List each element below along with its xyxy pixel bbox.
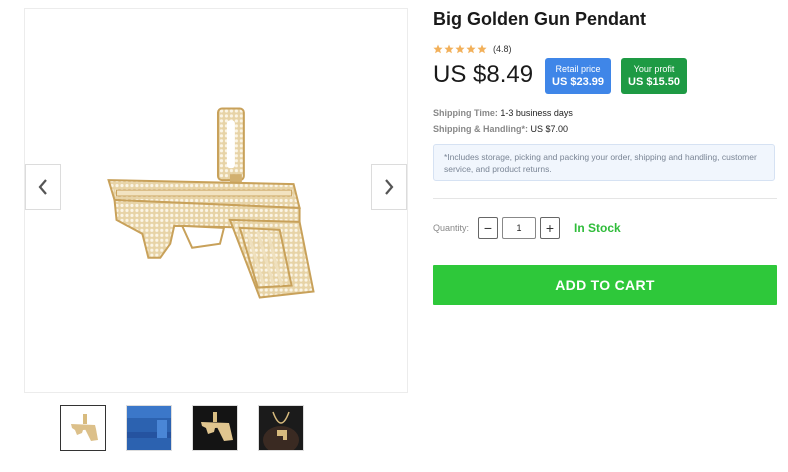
star-icon (455, 44, 465, 54)
retail-price-label: Retail price (555, 64, 601, 74)
star-icon (444, 44, 454, 54)
quantity-input[interactable] (502, 217, 536, 239)
quantity-row: Quantity: − + In Stock (433, 217, 621, 239)
star-icon (477, 44, 487, 54)
shipping-note: *Includes storage, picking and packing y… (433, 144, 775, 181)
shipping-time-value: 1-3 business days (500, 108, 573, 118)
thumbnail-2[interactable] (126, 405, 172, 451)
thumbnail-3[interactable] (192, 405, 238, 451)
add-to-cart-button[interactable]: ADD TO CART (433, 265, 777, 305)
product-rating: (4.8) (433, 44, 512, 54)
rating-stars (433, 44, 487, 54)
shipping-time-label: Shipping Time: (433, 108, 498, 118)
divider (433, 198, 777, 199)
profit-value: US $15.50 (628, 76, 680, 88)
next-image-button[interactable] (371, 164, 407, 210)
shipping-handling: Shipping & Handling*: US $7.00 (433, 124, 568, 134)
product-title: Big Golden Gun Pendant (433, 9, 646, 29)
profit-badge: Your profit US $15.50 (621, 58, 687, 94)
retail-price-value: US $23.99 (552, 76, 604, 88)
shipping-handling-value: US $7.00 (530, 124, 569, 134)
rating-value: (4.8) (493, 44, 512, 54)
quantity-label: Quantity: (433, 223, 470, 233)
product-gallery (24, 8, 408, 393)
profit-label: Your profit (633, 64, 675, 74)
shipping-time: Shipping Time: 1-3 business days (433, 108, 573, 118)
previous-image-button[interactable] (25, 164, 61, 210)
thumbnail-strip (60, 405, 304, 451)
quantity-increase-button[interactable]: + (540, 217, 560, 239)
thumbnail-1[interactable] (60, 405, 106, 451)
shipping-handling-label: Shipping & Handling*: (433, 124, 528, 134)
stock-status: In Stock (574, 221, 621, 235)
star-icon (433, 44, 443, 54)
quantity-decrease-button[interactable]: − (478, 217, 498, 239)
star-icon (466, 44, 476, 54)
product-main-image (107, 107, 315, 299)
thumbnail-4[interactable] (258, 405, 304, 451)
product-price: US $8.49 (433, 61, 534, 88)
chevron-left-icon (38, 179, 47, 195)
retail-price-badge: Retail price US $23.99 (545, 58, 611, 94)
chevron-right-icon (385, 179, 394, 195)
